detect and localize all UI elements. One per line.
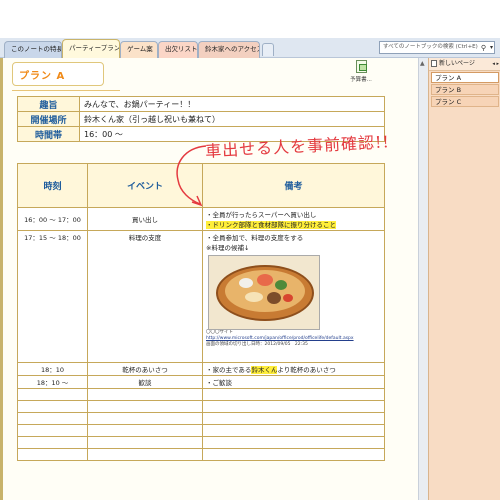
tab-party-plan[interactable]: パーティープラン — [62, 39, 120, 58]
table-row — [17, 412, 385, 425]
table-row: 18：10 ～ 歓談 ・ご歓談 — [17, 375, 385, 389]
note-cell[interactable]: ・ご歓談 — [202, 375, 385, 389]
new-page-icon — [431, 60, 437, 67]
empty-cell[interactable] — [17, 436, 88, 449]
empty-cell[interactable] — [87, 400, 203, 413]
tab-access[interactable]: 鈴木家へのアクセス — [198, 41, 260, 58]
empty-cell[interactable] — [17, 400, 88, 413]
empty-cell[interactable] — [17, 388, 88, 401]
event-cell[interactable]: 買い出し — [87, 207, 203, 231]
page-item-plan-b[interactable]: プラン B — [431, 84, 499, 95]
new-page-button[interactable]: 新しいページ ◂ ▸ — [429, 58, 500, 71]
note-line: ・全員が行ったらスーパーへ買い出し — [206, 211, 317, 219]
time-cell[interactable]: 17：15 ～ 18：00 — [17, 230, 88, 363]
time-cell[interactable]: 18：10 — [17, 362, 88, 376]
ingredient — [245, 292, 263, 302]
title-underline — [12, 90, 120, 91]
empty-cell[interactable] — [202, 388, 385, 401]
table-row: 18：10 乾杯のあいさつ ・家の主である鈴木くんより乾杯のあいさつ — [17, 362, 385, 376]
add-section-tab[interactable] — [262, 43, 274, 56]
info-value[interactable]: みんなで、お鍋パーティー！！ — [79, 96, 385, 112]
empty-cell[interactable] — [202, 448, 385, 461]
hotpot-photo[interactable] — [208, 255, 320, 330]
search-input[interactable]: すべてのノートブックの検索 (Ctrl+E) ⚲ ▾ — [379, 41, 495, 54]
ingredient — [275, 280, 287, 290]
highlighted-text: ・ドリンク部隊と食材部隊に振り分けること — [206, 221, 336, 229]
empty-cell[interactable] — [17, 448, 88, 461]
event-cell[interactable]: 歓談 — [87, 375, 203, 389]
empty-cell[interactable] — [87, 448, 203, 461]
tab-game-ideas[interactable]: ゲーム案 — [120, 41, 158, 58]
info-label[interactable]: 開催場所 — [17, 111, 80, 127]
table-row — [17, 400, 385, 413]
empty-cell[interactable] — [17, 412, 88, 425]
tab-features[interactable]: このノートの特長 — [4, 41, 62, 58]
page-title[interactable]: プラン A — [19, 67, 65, 82]
note-text: より乾杯のあいさつ — [277, 366, 336, 374]
empty-cell[interactable] — [202, 436, 385, 449]
page-item-plan-a[interactable]: プラン A — [431, 72, 499, 83]
search-icon[interactable]: ⚲ — [481, 43, 486, 53]
note-cell[interactable]: ・全員参加で、料理の支度をする ※料理の候補↓ 〇〇〇サイト http://ww… — [202, 230, 385, 363]
page-item-plan-c[interactable]: プラン C — [431, 96, 499, 107]
highlighted-text: 鈴木くん — [251, 366, 278, 374]
new-page-label: 新しいページ — [439, 60, 475, 67]
empty-cell[interactable] — [202, 400, 385, 413]
note-line: ・全員参加で、料理の支度をする — [206, 234, 304, 242]
page-list-panel: 新しいページ ◂ ▸ プラン A プラン B プラン C — [428, 58, 500, 500]
empty-cell[interactable] — [202, 424, 385, 437]
collapse-arrows-icon[interactable]: ◂ ▸ — [492, 58, 499, 70]
table-row — [17, 436, 385, 449]
chevron-down-icon[interactable]: ▾ — [490, 42, 493, 53]
note-text: ・家の主である — [206, 366, 252, 374]
excel-file-icon[interactable] — [355, 60, 367, 73]
ingredient — [283, 294, 293, 302]
table-row: 趣旨 みんなで、お鍋パーティー！！ — [17, 96, 385, 112]
empty-cell[interactable] — [87, 412, 203, 425]
info-label[interactable]: 趣旨 — [17, 96, 80, 112]
empty-cell[interactable] — [17, 424, 88, 437]
empty-cell[interactable] — [87, 436, 203, 449]
table-row: 17：15 ～ 18：00 料理の支度 ・全員参加で、料理の支度をする ※料理の… — [17, 230, 385, 363]
time-cell[interactable]: 18：10 ～ — [17, 375, 88, 389]
table-row: 開催場所 鈴木くん家（引っ越し祝いも兼ねて） — [17, 111, 385, 127]
info-label[interactable]: 時間帯 — [17, 126, 80, 142]
event-cell[interactable]: 料理の支度 — [87, 230, 203, 363]
note-cell[interactable]: ・全員が行ったらスーパーへ買い出し ・ドリンク部隊と食材部隊に振り分けること — [202, 207, 385, 231]
page-title-box[interactable]: プラン A — [12, 62, 104, 86]
search-placeholder: すべてのノートブックの検索 (Ctrl+E) — [383, 44, 478, 50]
info-value[interactable]: 鈴木くん家（引っ越し祝いも兼ねて） — [79, 111, 385, 127]
empty-cell[interactable] — [87, 424, 203, 437]
attachment[interactable]: 予算書... — [343, 60, 379, 86]
attachment-label: 予算書... — [350, 77, 372, 83]
table-row: 16：00 ～ 17：00 買い出し ・全員が行ったらスーパーへ買い出し ・ドリ… — [17, 207, 385, 231]
column-header-note[interactable]: 備考 — [202, 163, 385, 208]
image-clip-note: 画面の領域の切り出し日時：2012/09/05 22:35 — [206, 342, 308, 347]
table-row — [17, 388, 385, 401]
table-row — [17, 424, 385, 437]
ingredient — [257, 274, 273, 286]
note-line: ※料理の候補↓ — [206, 244, 250, 252]
ingredient — [239, 278, 253, 288]
note-line-highlighted: ・ドリンク部隊と食材部隊に振り分けること — [206, 219, 381, 229]
vertical-scrollbar[interactable]: ▲ — [418, 58, 428, 500]
ink-arrow[interactable] — [170, 140, 210, 210]
table-row — [17, 448, 385, 461]
ingredient — [267, 292, 281, 304]
scroll-up-icon[interactable]: ▲ — [420, 60, 425, 67]
tab-attendance-list[interactable]: 出欠リスト — [158, 41, 198, 58]
empty-cell[interactable] — [87, 388, 203, 401]
empty-cell[interactable] — [202, 412, 385, 425]
note-cell[interactable]: ・家の主である鈴木くんより乾杯のあいさつ — [202, 362, 385, 376]
time-cell[interactable]: 16：00 ～ 17：00 — [17, 207, 88, 231]
event-cell[interactable]: 乾杯のあいさつ — [87, 362, 203, 376]
column-header-time[interactable]: 時刻 — [17, 163, 88, 208]
